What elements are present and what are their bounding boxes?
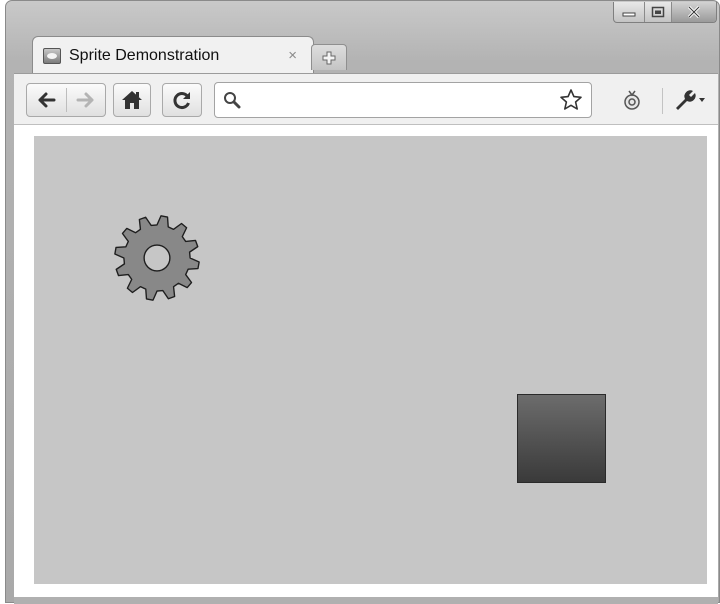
square-sprite bbox=[517, 394, 606, 483]
wrench-icon bbox=[676, 90, 705, 110]
reload-button[interactable] bbox=[162, 83, 202, 117]
arrow-right-icon bbox=[76, 92, 94, 108]
toolbar bbox=[14, 73, 718, 125]
page-favicon-icon bbox=[43, 47, 61, 64]
house-icon bbox=[122, 91, 142, 109]
magnifier-icon bbox=[224, 92, 241, 109]
star-icon[interactable] bbox=[559, 88, 583, 112]
maximize-icon bbox=[651, 6, 665, 18]
sprite-canvas[interactable] bbox=[34, 136, 707, 584]
plus-icon bbox=[322, 51, 336, 64]
new-tab-button[interactable] bbox=[311, 44, 347, 70]
settings-menu-button[interactable] bbox=[670, 86, 710, 114]
close-x-icon bbox=[687, 6, 701, 18]
extension-icon bbox=[624, 90, 640, 110]
home-button[interactable] bbox=[113, 83, 151, 117]
address-bar[interactable] bbox=[214, 82, 592, 118]
extension-button[interactable] bbox=[618, 86, 646, 114]
minimize-icon bbox=[622, 12, 636, 17]
toolbar-divider bbox=[662, 88, 663, 114]
minimize-button[interactable] bbox=[614, 2, 644, 22]
back-forward-group bbox=[26, 83, 106, 117]
tab-close-button[interactable]: × bbox=[288, 47, 297, 64]
forward-button[interactable] bbox=[66, 84, 105, 116]
tab-title: Sprite Demonstration bbox=[69, 46, 220, 64]
caption-buttons bbox=[613, 2, 717, 23]
reload-icon bbox=[173, 92, 190, 110]
close-window-button[interactable] bbox=[671, 2, 716, 22]
arrow-left-icon bbox=[38, 92, 56, 108]
maximize-button[interactable] bbox=[644, 2, 671, 22]
browser-window: Sprite Demonstration × bbox=[5, 0, 720, 604]
tab-sprite-demonstration[interactable]: Sprite Demonstration × bbox=[32, 36, 314, 74]
gear-sprite bbox=[114, 215, 200, 301]
page-viewport bbox=[14, 125, 718, 597]
address-input[interactable] bbox=[249, 90, 559, 110]
back-button[interactable] bbox=[27, 84, 66, 116]
